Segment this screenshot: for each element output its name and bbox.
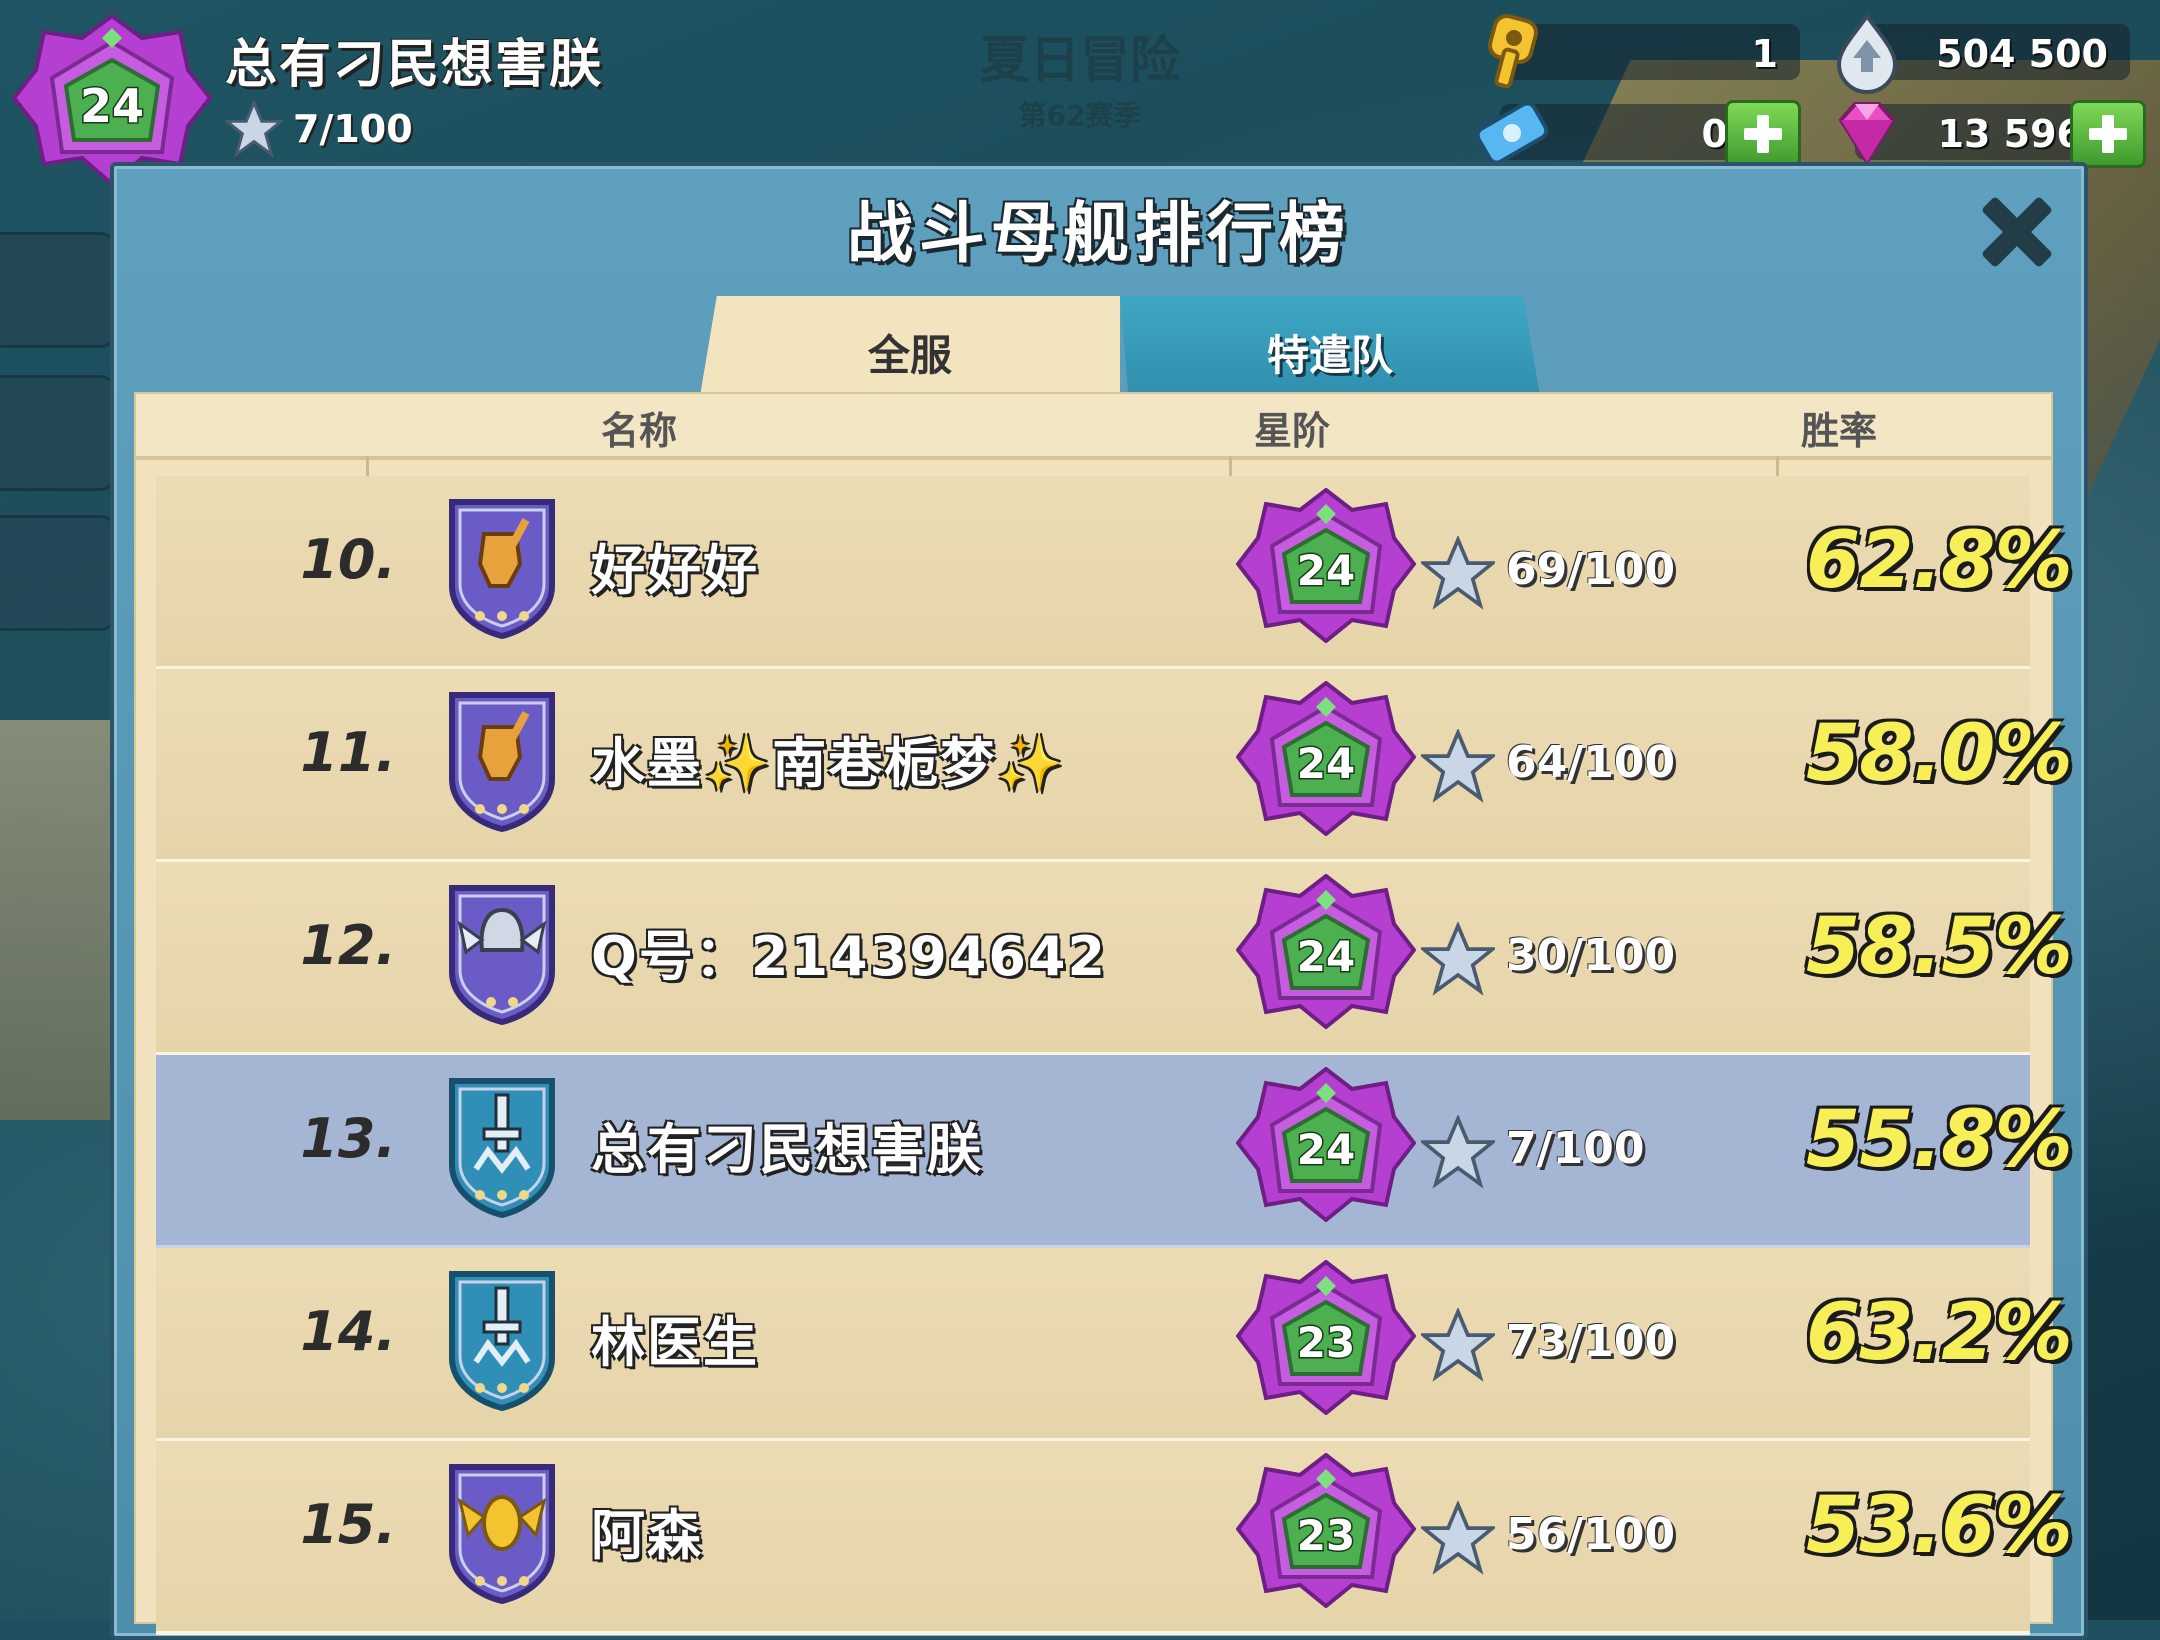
season-info[interactable]: 夏日冒险 第62赛季 [900, 20, 1260, 134]
table-row[interactable]: 11. 水墨✨南巷栀梦✨ 24 64/100 58.0% [156, 669, 2073, 863]
table-row[interactable]: 15. 阿森 23 56/100 53.6% [156, 1441, 2073, 1635]
star-progress: 64/100 [1506, 737, 1676, 788]
gold-value: 504 500 [1936, 32, 2108, 76]
leaderboard-button[interactable] [0, 375, 118, 491]
season-title: 夏日冒险 [980, 31, 1180, 89]
rank-level-badge: 24 [1236, 1067, 1416, 1222]
team-emblem-icon [449, 692, 555, 832]
key-icon [1487, 13, 1539, 89]
rank-number: 15. [300, 1493, 396, 1556]
player-name-cell: 总有刁民想害朕 [591, 1118, 983, 1181]
menu-button[interactable] [0, 232, 118, 348]
rank-level-badge: 24 [1236, 874, 1416, 1029]
star-progress: 69/100 [1506, 544, 1676, 595]
team-emblem-icon [449, 499, 555, 639]
rank-level-badge: 24 [1236, 488, 1416, 643]
star-icon [1421, 1115, 1495, 1189]
rank-level-badge: 23 [1236, 1260, 1416, 1415]
gold-counter: 504 500 [1836, 12, 2130, 94]
table-row[interactable]: 10. 好好好 24 69/100 62.8% [156, 476, 2073, 670]
tab-task-force[interactable]: 特遣队 [1120, 296, 1540, 396]
player-rank-badge[interactable]: 24 [12, 12, 212, 187]
table-header: 名称 星阶 胜率 [136, 394, 2051, 460]
star-icon [225, 100, 283, 158]
player-name-cell: 好好好 [591, 539, 759, 602]
column-winrate: 胜率 [1801, 409, 1878, 453]
team-emblem-icon [449, 1464, 555, 1604]
player-name-cell: Q号：214394642 [591, 925, 1108, 988]
keys-value: 1 [1751, 32, 1778, 76]
win-rate: 53.6% [1806, 1481, 2073, 1571]
star-progress: 56/100 [1506, 1509, 1676, 1560]
win-rate: 55.8% [1806, 1095, 2073, 1185]
leaderboard-table: 名称 星阶 胜率 10. 好好好 24 69/100 62.8% 11. 水墨✨… [134, 392, 2073, 1635]
rank-number: 12. [300, 914, 396, 977]
player-name-cell: 林医生 [591, 1311, 759, 1374]
rank-level-badge: 24 [1236, 681, 1416, 836]
star-progress: 30/100 [1506, 930, 1676, 981]
column-name: 名称 [601, 409, 678, 453]
blueprint-counter: 0 [1475, 101, 1750, 165]
season-subtitle: 第62赛季 [1018, 99, 1142, 132]
team-emblem-icon [449, 885, 555, 1025]
keys-counter: 1 [1487, 13, 1800, 89]
table-row[interactable]: 14. 林医生 23 73/100 63.2% [156, 1248, 2073, 1442]
player-name: 总有刁民想害朕 [225, 35, 604, 95]
player-star-progress: 7/100 [225, 100, 413, 158]
rank-level: 24 [1297, 932, 1355, 981]
star-icon [1421, 1501, 1495, 1575]
win-rate: 62.8% [1806, 516, 2073, 606]
star-progress: 7/100 [1506, 1123, 1645, 1174]
star-icon [1421, 536, 1495, 610]
close-icon[interactable] [1978, 192, 2056, 270]
add-diamond-button[interactable] [2070, 100, 2146, 168]
star-icon [1421, 729, 1495, 803]
panel-title: 战斗母舰排行榜 [847, 195, 1351, 272]
win-rate: 58.5% [1806, 902, 2073, 992]
star-progress: 73/100 [1506, 1316, 1676, 1367]
player-stars-text: 7/100 [293, 107, 413, 151]
rank-level-badge: 23 [1236, 1453, 1416, 1608]
player-level: 24 [80, 79, 144, 133]
metal-drop-icon [1836, 12, 1898, 94]
player-name-cell: 阿森 [591, 1504, 703, 1567]
rank-number: 13. [300, 1107, 396, 1170]
rank-number: 14. [300, 1300, 396, 1363]
rank-level: 24 [1297, 546, 1355, 595]
table-row[interactable]: 13. 总有刁民想害朕 24 7/100 55.8% [156, 1055, 2073, 1249]
team-emblem-icon [449, 1078, 555, 1218]
add-blueprint-button[interactable] [1725, 100, 1801, 168]
star-icon [1421, 922, 1495, 996]
rank-level: 24 [1297, 739, 1355, 788]
tab-all-server[interactable]: 全服 [700, 296, 1120, 396]
rank-level: 23 [1297, 1511, 1355, 1560]
win-rate: 63.2% [1806, 1288, 2073, 1378]
diamond-value: 13 596 [1937, 112, 2083, 156]
diamond-counter: 13 596 [1838, 102, 2105, 166]
rank-number: 10. [300, 528, 396, 591]
rank-level: 24 [1297, 1125, 1355, 1174]
player-name-cell: 水墨✨南巷栀梦✨ [591, 732, 1066, 795]
team-emblem-icon [449, 1271, 555, 1411]
settings-button[interactable] [0, 515, 118, 631]
table-row[interactable]: 12. Q号：214394642 24 30/100 58.5% [156, 862, 2073, 1056]
rank-number: 11. [300, 721, 396, 784]
rank-level: 23 [1297, 1318, 1355, 1367]
star-icon [1421, 1308, 1495, 1382]
column-star-rank: 星阶 [1254, 409, 1331, 453]
win-rate: 58.0% [1806, 709, 2073, 799]
